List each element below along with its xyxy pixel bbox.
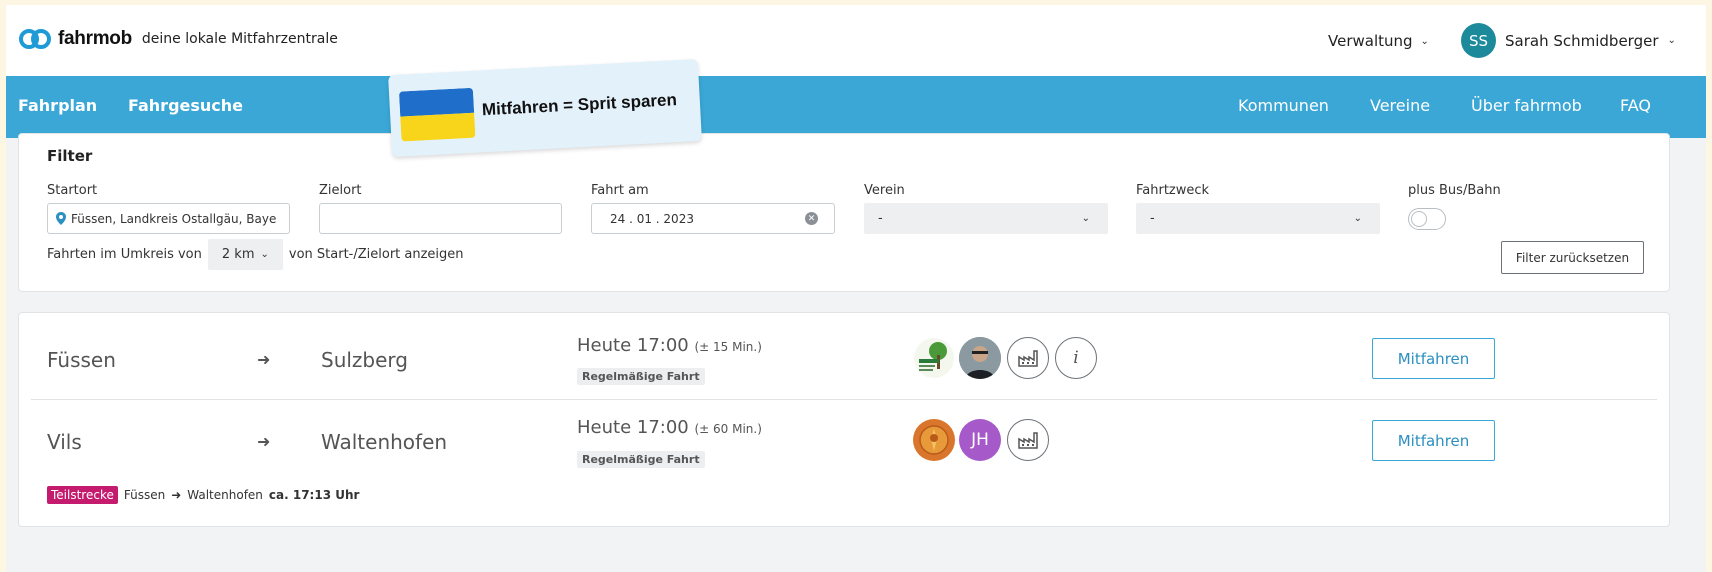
factory-glyph-icon (1018, 350, 1038, 367)
top-bar: fahrmob deine lokale Mitfahrzentrale Ver… (6, 5, 1706, 76)
user-name: Sarah Schmidberger (1505, 31, 1659, 50)
reset-filter-button[interactable]: Filter zurücksetzen (1501, 241, 1644, 274)
admin-menu-label: Verwaltung (1328, 32, 1413, 50)
purpose-select[interactable]: - ⌄ (1136, 203, 1380, 234)
club-select[interactable]: - ⌄ (864, 203, 1108, 234)
logo-text: fahrmob (58, 28, 132, 49)
radius-value: 2 km (221, 247, 255, 262)
club-label: Verein (864, 183, 905, 198)
banner-text: Mitfahren = Sprit sparen (481, 90, 678, 120)
partial-to: Waltenhofen (187, 488, 263, 502)
ride-to: Waltenhofen (321, 430, 448, 454)
arrow-right-icon: ➜ (257, 350, 271, 369)
join-ride-button[interactable]: Mitfahren (1372, 420, 1495, 461)
ride-from: Füssen (47, 348, 116, 372)
club-value: - (878, 211, 883, 226)
chevron-down-icon: ⌄ (1420, 35, 1429, 47)
nav-ueber-fahrmob[interactable]: Über fahrmob (1471, 96, 1582, 115)
ride-time: Heute 17:00 (± 60 Min.) (577, 417, 762, 438)
radius-select[interactable]: 2 km ⌄ (207, 239, 283, 270)
chevron-down-icon: ⌄ (1667, 35, 1676, 46)
ride-row[interactable]: Füssen ➜ Sulzberg Heute 17:00 (± 15 Min.… (31, 313, 1657, 399)
club-logo-icon[interactable] (913, 419, 955, 461)
sun-emblem-icon (914, 420, 954, 460)
destination-input[interactable] (319, 203, 562, 234)
main-nav: Fahrplan Fahrgesuche Kommunen Vereine Üb… (6, 76, 1706, 138)
partial-badge: Teilstrecke (47, 486, 118, 504)
toggle-knob (1411, 211, 1427, 227)
radius-row: Fahrten im Umkreis von 2 km ⌄ von Start-… (47, 239, 464, 270)
factory-glyph-icon (1018, 432, 1038, 449)
factory-icon[interactable] (1007, 419, 1049, 461)
nav-vereine[interactable]: Vereine (1370, 96, 1430, 115)
arrow-right-icon: ➜ (171, 488, 182, 502)
ride-tolerance: (± 60 Min.) (694, 422, 762, 436)
start-label: Startort (47, 183, 98, 198)
destination-label: Zielort (319, 183, 362, 198)
rides-card: Füssen ➜ Sulzberg Heute 17:00 (± 15 Min.… (18, 312, 1670, 527)
purpose-label: Fahrtzweck (1136, 183, 1210, 198)
factory-icon[interactable] (1007, 337, 1049, 379)
ukraine-banner[interactable]: Mitfahren = Sprit sparen (388, 58, 702, 158)
partial-route: Teilstrecke Füssen ➜ Waltenhofen ca. 17:… (47, 486, 359, 504)
chevron-down-icon: ⌄ (1081, 213, 1090, 224)
ride-time-value: Heute 17:00 (577, 417, 689, 438)
info-icon[interactable]: i (1055, 337, 1097, 379)
partial-eta: ca. 17:13 Uhr (268, 488, 360, 502)
arrow-right-icon: ➜ (257, 432, 271, 451)
clear-icon[interactable]: ✕ (805, 212, 818, 225)
user-menu[interactable]: SS Sarah Schmidberger ⌄ (1461, 23, 1676, 58)
filter-title: Filter (47, 147, 93, 165)
tree-logo-icon (914, 338, 954, 378)
driver-photo[interactable] (959, 337, 1001, 379)
app-frame: fahrmob deine lokale Mitfahrzentrale Ver… (6, 5, 1706, 572)
tagline: deine lokale Mitfahrzentrale (141, 31, 338, 47)
chevron-down-icon: ⌄ (1353, 213, 1362, 224)
transit-label: plus Bus/Bahn (1408, 183, 1501, 198)
nav-faq[interactable]: FAQ (1620, 96, 1651, 115)
partial-from: Füssen (123, 488, 166, 502)
user-avatar: SS (1461, 23, 1496, 58)
logo[interactable]: fahrmob deine lokale Mitfahrzentrale (18, 28, 338, 50)
purpose-value: - (1150, 211, 1155, 226)
date-value: 24 . 01 . 2023 (610, 211, 694, 226)
join-ride-button[interactable]: Mitfahren (1372, 338, 1495, 379)
radius-prefix: Fahrten im Umkreis von (47, 247, 202, 262)
date-input[interactable]: 24 . 01 . 2023 ✕ (591, 203, 835, 234)
date-label: Fahrt am (591, 183, 649, 198)
nav-kommunen[interactable]: Kommunen (1238, 96, 1329, 115)
radius-suffix: von Start-/Zielort anzeigen (288, 247, 464, 262)
admin-menu[interactable]: Verwaltung ⌄ (1328, 32, 1429, 50)
ride-time: Heute 17:00 (± 15 Min.) (577, 335, 762, 356)
ride-to: Sulzberg (321, 348, 408, 372)
ukraine-flag-icon (398, 87, 476, 142)
fahrmob-logo-icon (19, 29, 51, 49)
start-value: Füssen, Landkreis Ostallgäu, Baye (71, 211, 277, 226)
ride-tolerance: (± 15 Min.) (694, 340, 762, 354)
ride-tag: Regelmäßige Fahrt (577, 451, 705, 468)
nav-fahrgesuche[interactable]: Fahrgesuche (128, 96, 243, 115)
driver-avatar[interactable]: JH (959, 419, 1001, 461)
filter-card: Filter Startort Füssen, Landkreis Ostall… (18, 133, 1670, 292)
ride-from: Vils (47, 430, 82, 454)
start-input[interactable]: Füssen, Landkreis Ostallgäu, Baye (47, 203, 290, 234)
location-pin-icon (56, 212, 66, 225)
chevron-down-icon: ⌄ (260, 249, 269, 260)
person-photo-icon (959, 337, 1001, 379)
club-logo-icon[interactable] (913, 337, 955, 379)
ride-time-value: Heute 17:00 (577, 335, 689, 356)
nav-fahrplan[interactable]: Fahrplan (18, 96, 97, 115)
ride-row[interactable]: Vils ➜ Waltenhofen Heute 17:00 (± 60 Min… (31, 400, 1657, 528)
transit-toggle[interactable] (1408, 208, 1446, 230)
ride-tag: Regelmäßige Fahrt (577, 368, 705, 385)
